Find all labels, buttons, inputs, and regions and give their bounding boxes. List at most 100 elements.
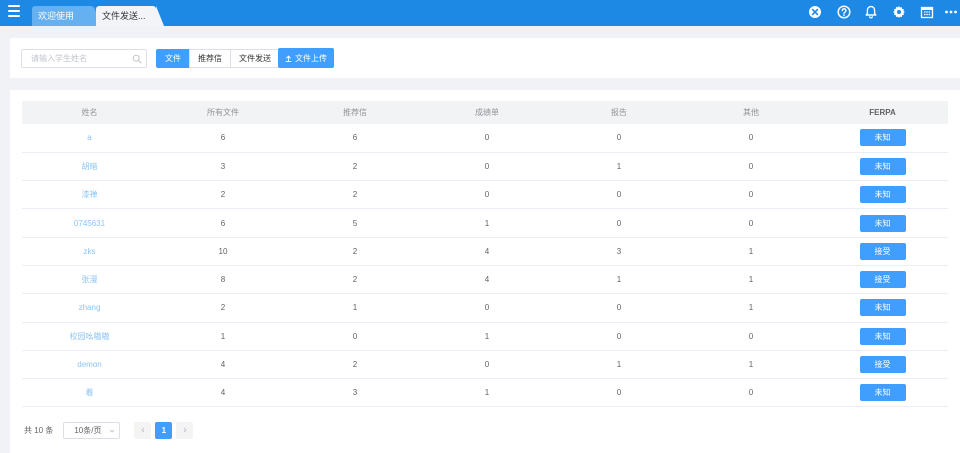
ferpa-status-button[interactable]: 未知 <box>859 384 906 402</box>
table-row: 胡暗 3 2 0 1 0 未知 <box>22 152 948 182</box>
upload-file-label: 文件上传 <box>295 53 327 63</box>
cell-transcript: 1 <box>421 378 553 408</box>
cell-ferpa: 未知 <box>817 378 948 408</box>
column-header-all-files[interactable]: 所有文件 <box>157 101 289 124</box>
ferpa-status-button[interactable]: 未知 <box>859 186 906 204</box>
bell-icon[interactable] <box>864 5 878 19</box>
ferpa-status-button[interactable]: 未知 <box>859 299 906 317</box>
column-header-recommendation[interactable]: 推荐信 <box>289 101 421 124</box>
ferpa-status-button[interactable]: 接受 <box>859 242 906 260</box>
cell-other: 0 <box>685 322 817 351</box>
filter-toolbar: 文件 推荐信 文件发送 文件上传 <box>10 38 960 78</box>
cell-transcript: 0 <box>421 124 553 153</box>
cell-report: 1 <box>553 265 685 295</box>
help-circle-icon[interactable] <box>837 5 851 19</box>
close-circle-icon[interactable] <box>808 5 822 19</box>
cell-report: 0 <box>553 322 685 351</box>
calendar-icon[interactable] <box>920 5 934 19</box>
cell-all-files: 6 <box>157 124 289 153</box>
cell-other: 1 <box>685 293 817 323</box>
cell-other: 0 <box>685 152 817 182</box>
cell-transcript: 4 <box>421 237 553 266</box>
cell-all-files: 10 <box>157 237 289 266</box>
cell-student-name[interactable]: a <box>22 124 157 153</box>
page-size-select[interactable]: 10条/页 <box>63 421 121 439</box>
cell-student-name[interactable]: demon <box>22 350 157 380</box>
upload-file-button[interactable]: 文件上传 <box>278 48 334 68</box>
table-row: 着 4 3 1 0 0 未知 <box>22 378 948 408</box>
column-header-ferpa[interactable]: FERPA <box>817 101 948 124</box>
chevron-left-icon <box>141 427 145 433</box>
cell-recommendation: 2 <box>289 265 421 295</box>
cell-student-name[interactable]: zks <box>22 237 157 266</box>
ferpa-status-button[interactable]: 接受 <box>859 271 906 289</box>
top-bar: 欢迎使用 文件发送... <box>0 0 960 26</box>
table-header-row: 姓名 所有文件 推荐信 成绩单 报告 其他 FERPA <box>22 101 948 124</box>
table-row: zhang 2 1 0 0 1 未知 <box>22 293 948 323</box>
cell-report: 0 <box>553 208 685 238</box>
cell-student-name[interactable]: 校园吆嗷嗷 <box>22 322 157 351</box>
table-row: demon 4 2 0 1 1 接受 <box>22 350 948 380</box>
search-icon[interactable] <box>132 54 142 64</box>
cell-recommendation: 5 <box>289 208 421 238</box>
page-number-current[interactable]: 1 <box>155 421 173 439</box>
more-icon[interactable] <box>944 5 958 19</box>
page-size-value: 10条/页 <box>74 425 102 435</box>
cell-ferpa: 未知 <box>817 124 948 153</box>
cell-report: 1 <box>553 152 685 182</box>
pagination: 共 10 条 10条/页 1 <box>24 421 194 439</box>
next-page-button[interactable] <box>176 421 194 439</box>
segment-recommendation[interactable]: 推荐信 <box>189 49 231 68</box>
cell-ferpa: 未知 <box>817 152 948 182</box>
cell-recommendation: 2 <box>289 152 421 182</box>
hamburger-menu-icon[interactable] <box>6 3 22 19</box>
tab-file-send[interactable]: 文件发送... <box>96 6 164 26</box>
tab-welcome[interactable]: 欢迎使用 <box>32 6 100 26</box>
cell-other: 1 <box>685 237 817 266</box>
student-search-input[interactable] <box>22 50 130 67</box>
cell-student-name[interactable]: zhang <box>22 293 157 323</box>
student-files-table: 姓名 所有文件 推荐信 成绩单 报告 其他 FERPA a 6 6 0 0 0 未知 胡暗 3 2… <box>22 101 948 408</box>
cell-ferpa: 接受 <box>817 237 948 266</box>
cell-all-files: 1 <box>157 322 289 351</box>
cell-ferpa: 未知 <box>817 293 948 323</box>
table-row: zks 10 2 4 3 1 接受 <box>22 237 948 266</box>
cell-transcript: 1 <box>421 208 553 238</box>
cell-recommendation: 2 <box>289 350 421 380</box>
cell-all-files: 6 <box>157 208 289 238</box>
prev-page-button[interactable] <box>134 421 152 439</box>
cell-recommendation: 0 <box>289 322 421 351</box>
total-count: 共 10 条 <box>24 425 54 435</box>
cell-ferpa: 未知 <box>817 322 948 351</box>
cell-student-name[interactable]: 0745631 <box>22 208 157 238</box>
cell-student-name[interactable]: 张漫 <box>22 265 157 295</box>
cell-report: 0 <box>553 180 685 210</box>
table-body: a 6 6 0 0 0 未知 胡暗 3 2 0 1 0 未知 漆禅 2 2 0 0 0 未知 0745631 6 5 1 0 0 未知… <box>22 124 948 408</box>
ferpa-status-button[interactable]: 未知 <box>859 214 906 232</box>
student-files-table-card: 姓名 所有文件 推荐信 成绩单 报告 其他 FERPA a 6 6 0 0 0 未知 胡暗 3 2… <box>10 90 960 453</box>
ferpa-status-button[interactable]: 未知 <box>859 327 906 345</box>
cell-student-name[interactable]: 着 <box>22 378 157 408</box>
gear-icon[interactable] <box>892 5 906 19</box>
cell-student-name[interactable]: 漆禅 <box>22 180 157 210</box>
ferpa-status-button[interactable]: 接受 <box>859 356 906 374</box>
cell-ferpa: 未知 <box>817 180 948 210</box>
segment-files[interactable]: 文件 <box>156 49 190 68</box>
column-header-report[interactable]: 报告 <box>553 101 685 124</box>
cell-ferpa: 接受 <box>817 350 948 380</box>
chevron-right-icon <box>183 427 187 433</box>
cell-recommendation: 6 <box>289 124 421 153</box>
cell-transcript: 0 <box>421 350 553 380</box>
column-header-transcript[interactable]: 成绩单 <box>421 101 553 124</box>
column-header-name[interactable]: 姓名 <box>22 101 157 124</box>
cell-report: 3 <box>553 237 685 266</box>
segment-file-send[interactable]: 文件发送 <box>230 49 280 68</box>
cell-transcript: 0 <box>421 180 553 210</box>
ferpa-status-button[interactable]: 未知 <box>859 129 906 147</box>
cell-student-name[interactable]: 胡暗 <box>22 152 157 182</box>
column-header-other[interactable]: 其他 <box>685 101 817 124</box>
cell-other: 1 <box>685 350 817 380</box>
cell-other: 1 <box>685 265 817 295</box>
ferpa-status-button[interactable]: 未知 <box>859 157 906 175</box>
cell-other: 0 <box>685 124 817 153</box>
